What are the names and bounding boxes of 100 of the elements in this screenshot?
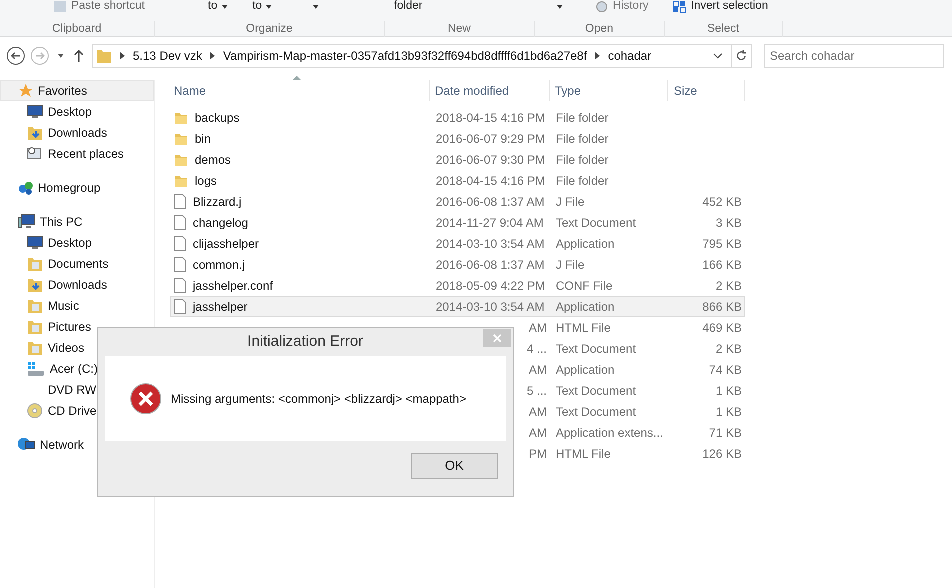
file-row[interactable]: logs 2018-04-15 4:16 PM File folder — [170, 170, 745, 191]
file-icon — [174, 299, 186, 314]
download-folder-icon — [27, 276, 43, 292]
sidebar-item[interactable]: Network — [0, 434, 154, 455]
file-row[interactable]: backups 2018-04-15 4:16 PM File folder — [170, 107, 745, 128]
date-cell-text: AM — [529, 320, 547, 336]
sidebar-item[interactable]: Favorites — [0, 80, 154, 101]
file-row[interactable]: jasshelper.conf 2018-05-09 4:22 PM CONF File 2 KB — [170, 275, 745, 296]
date-cell-text: 4 ... — [526, 340, 547, 358]
date-cell-text: 2016-06-07 9:29 PM — [436, 130, 546, 148]
size-cell-text: 126 KB — [702, 446, 742, 462]
folder-icon — [174, 174, 188, 188]
sidebar-item[interactable]: Acer (C:) — [0, 358, 154, 379]
type-cell: File folder — [556, 110, 609, 124]
file-name: clijasshelper — [193, 236, 260, 252]
file-name: logs — [195, 172, 218, 190]
network-icon — [18, 436, 36, 452]
caret-icon[interactable] — [557, 5, 563, 9]
sidebar-item[interactable]: This PC — [0, 211, 154, 232]
ribbon-dropdown[interactable]: to — [252, 0, 272, 16]
column-header[interactable]: Date modified — [430, 80, 550, 101]
sidebar-item[interactable]: Recent places — [0, 143, 154, 164]
ok-button[interactable]: OK — [411, 452, 498, 478]
homegroup-icon — [18, 180, 34, 196]
type-cell: Text Document — [556, 384, 636, 398]
ribbon-dropdown[interactable]: to — [208, 0, 228, 16]
date-cell-text: AM — [529, 424, 547, 442]
sidebar-item[interactable]: Music — [0, 295, 154, 316]
size-cell-text: 1 KB — [716, 382, 742, 400]
star-icon — [18, 82, 34, 98]
ribbon-label[interactable]: Paste shortcut — [71, 0, 145, 16]
file-row[interactable]: common.j 2016-06-08 1:37 AM J File 166 KB — [170, 254, 745, 275]
folder-icon — [174, 132, 188, 146]
sidebar-item[interactable]: Downloads — [0, 122, 154, 143]
ribbon-group-label: Open — [585, 23, 614, 35]
close-icon — [492, 334, 502, 342]
file-row[interactable]: Blizzard.j 2016-06-08 1:37 AM J File 452 KB — [170, 191, 745, 212]
size-cell-text: 2 KB — [716, 340, 742, 358]
sidebar-item[interactable]: Desktop — [0, 101, 154, 122]
file-row[interactable]: changelog 2014-11-27 9:04 AM Text Document 3 KB — [170, 212, 745, 233]
size-cell-text: 3 KB — [716, 214, 742, 232]
type-cell: Application — [556, 300, 615, 314]
back-icon[interactable] — [6, 46, 26, 66]
type-cell: Text Document — [556, 342, 636, 356]
folder-icon — [27, 298, 43, 314]
ribbon-label[interactable]: History — [613, 0, 649, 16]
ribbon-group-label: Select — [708, 23, 740, 35]
breadcrumb[interactable]: 5.13 Dev vzk — [133, 46, 202, 64]
sidebar-item[interactable]: CD Drive — [0, 400, 154, 421]
cd-icon — [27, 402, 43, 418]
search-field[interactable]: Search cohadar — [764, 44, 944, 68]
sidebar-item[interactable]: Videos — [0, 337, 154, 358]
breadcrumb[interactable]: cohadar — [608, 46, 652, 64]
file-row[interactable]: bin 2016-06-07 9:29 PM File folder — [170, 128, 745, 149]
caret-icon[interactable] — [313, 5, 320, 9]
sidebar-item[interactable]: Pictures — [0, 316, 154, 337]
ribbon-label[interactable]: Invert selection — [691, 0, 768, 16]
type-cell: J File — [556, 194, 585, 208]
type-cell: Application — [556, 362, 615, 376]
file-row[interactable]: demos 2016-06-07 9:30 PM File folder — [170, 149, 745, 170]
file-name: jasshelper.conf — [193, 278, 274, 294]
column-header[interactable]: Size — [668, 80, 745, 101]
file-name: Blizzard.j — [193, 194, 242, 210]
file-row[interactable]: jasshelper 2014-03-10 3:54 AM Application 866 KB — [170, 296, 745, 317]
date-cell-text: 2016-06-07 9:30 PM — [436, 152, 546, 168]
file-name: common.j — [193, 256, 246, 274]
ribbon-label[interactable]: folder — [394, 0, 423, 12]
sidebar-item[interactable]: Documents — [0, 253, 154, 274]
file-icon — [174, 215, 186, 230]
drive-icon — [27, 360, 45, 376]
up-arrow-icon[interactable] — [72, 48, 86, 62]
sidebar-item[interactable]: Homegroup — [0, 177, 154, 198]
folder-icon — [27, 340, 43, 356]
size-cell-text: 866 KB — [702, 298, 742, 316]
error-message: Missing arguments: <commonj> <blizzardj> <mappath> — [171, 390, 466, 408]
size-cell-text: 166 KB — [702, 256, 742, 274]
monitor-icon — [27, 104, 43, 118]
file-icon — [174, 194, 186, 209]
size-cell-text: 1 KB — [716, 404, 742, 420]
file-icon — [174, 236, 186, 251]
sidebar-item[interactable]: Desktop — [0, 232, 154, 253]
type-cell: CONF File — [556, 278, 613, 292]
sidebar-item[interactable]: Downloads — [0, 274, 154, 295]
caret-icon — [222, 5, 228, 9]
file-name: backups — [195, 110, 240, 126]
column-header[interactable]: Type — [550, 80, 668, 101]
date-cell-text: 2014-03-10 3:54 AM — [436, 236, 545, 252]
download-folder-icon — [27, 124, 43, 140]
size-cell-text: 74 KB — [709, 362, 742, 378]
size-cell-text: 795 KB — [702, 236, 742, 252]
type-cell: Text Document — [556, 216, 636, 230]
address-bar[interactable]: 5.13 Dev vzk Vampirism-Map-master-0357afd13b93f32ff694bd8dffff6d1bd6a27e8f cohadar — [92, 44, 752, 68]
file-row[interactable]: clijasshelper 2014-03-10 3:54 AM Application 795 KB — [170, 233, 745, 254]
chevron-down-icon[interactable] — [713, 52, 723, 58]
file-icon — [174, 257, 186, 272]
date-cell-text: 2018-04-15 4:16 PM — [436, 172, 546, 190]
breadcrumb[interactable]: Vampirism-Map-master-0357afd13b93f32ff694bd8dffff6d1bd6a27e8f — [223, 46, 588, 64]
column-header[interactable]: Name — [170, 80, 430, 101]
chevron-right-icon — [120, 52, 125, 60]
size-cell-text: 452 KB — [702, 194, 742, 210]
